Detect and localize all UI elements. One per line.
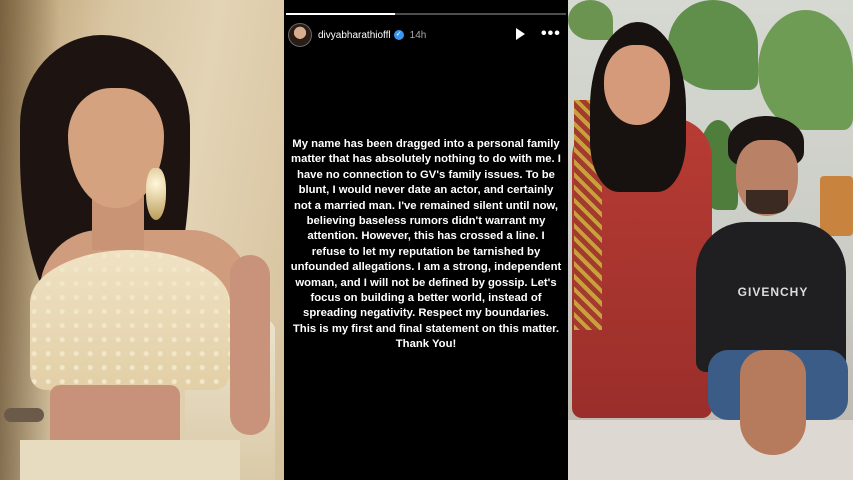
plant-leaf — [568, 0, 613, 40]
woman-face — [604, 45, 670, 125]
right-photo: GIVENCHY — [568, 0, 853, 480]
plant-leaf — [758, 10, 853, 130]
floor — [568, 420, 853, 480]
more-options-icon[interactable]: ••• — [541, 26, 561, 42]
sweater-logo: GIVENCHY — [737, 285, 809, 299]
verified-badge-icon: ✓ — [393, 30, 404, 40]
username[interactable]: divyabharathioffl — [318, 30, 391, 41]
skirt — [20, 440, 240, 480]
man-beard — [746, 190, 788, 214]
story-progress-bar — [286, 13, 566, 15]
story-statement-text: My name has been dragged into a personal… — [290, 138, 562, 351]
story-header: divyabharathioffl ✓ 14h ••• — [284, 22, 568, 48]
bare-feet — [740, 350, 806, 455]
earring — [146, 168, 166, 220]
arm — [230, 255, 270, 435]
story-progress-fill — [286, 13, 396, 15]
left-photo — [0, 0, 284, 480]
avatar[interactable] — [288, 23, 312, 47]
bracelet — [4, 408, 44, 422]
blouse — [30, 250, 230, 390]
play-icon[interactable] — [516, 28, 525, 40]
instagram-story[interactable]: divyabharathioffl ✓ 14h ••• My name has … — [284, 0, 568, 480]
flower-pot — [820, 176, 853, 236]
post-time: 14h — [409, 29, 427, 41]
